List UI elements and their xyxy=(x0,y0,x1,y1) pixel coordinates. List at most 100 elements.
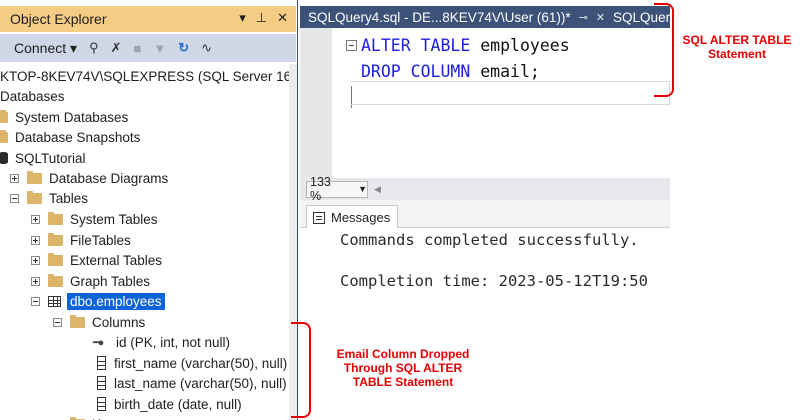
refresh-icon[interactable]: ↻ xyxy=(178,40,189,56)
connect-plug-icon[interactable]: ⚲ xyxy=(89,40,99,56)
tree-item-system-tables[interactable]: System Tables xyxy=(31,209,158,229)
object-explorer-toolbar: Connect ▾ ⚲ ✗ ■ ▼ ↻ ∿ xyxy=(0,34,296,62)
tree-item-server[interactable]: KTOP-8KEV74V\SQLEXPRESS (SQL Server 16.0… xyxy=(0,66,298,86)
pin-icon[interactable]: ⊸ xyxy=(579,11,588,24)
stop-icon[interactable]: ■ xyxy=(134,41,142,56)
tree-item-keys[interactable]: K xyxy=(53,414,101,420)
database-diagrams-label: Database Diagrams xyxy=(49,170,169,186)
tree-item-external-tables[interactable]: External Tables xyxy=(31,250,162,270)
databases-label: Databases xyxy=(0,88,65,104)
expand-icon[interactable] xyxy=(10,173,19,183)
columns-label: Columns xyxy=(92,314,146,330)
code-line-2: DROP COLUMN email; xyxy=(361,59,540,83)
zoom-dropdown[interactable]: 133 % ▼ xyxy=(306,175,368,203)
tree-item-filetables[interactable]: FileTables xyxy=(31,230,131,250)
external-tables-label: External Tables xyxy=(70,252,163,268)
folder-icon xyxy=(48,232,63,246)
annotation-line: Statement xyxy=(707,47,766,61)
scroll-left-icon[interactable]: ◀ xyxy=(374,184,381,195)
editor-gutter xyxy=(300,28,332,178)
folder-icon xyxy=(48,211,63,225)
tree-item-databases[interactable]: Databases xyxy=(0,86,65,106)
current-line-highlight xyxy=(350,81,670,105)
tree-item-graph-tables[interactable]: Graph Tables xyxy=(31,271,150,291)
selected-table-label: dbo.employees xyxy=(67,292,165,310)
connect-button[interactable]: Connect ▾ xyxy=(14,40,77,57)
annotation-line: SQL ALTER TABLE xyxy=(682,33,792,47)
collapse-icon[interactable] xyxy=(31,296,40,306)
graph-tables-label: Graph Tables xyxy=(70,273,151,289)
column-icon xyxy=(97,397,106,411)
tab-sqlquery4[interactable]: SQLQuery4.sql - DE...8KEV74V\User (61))*… xyxy=(300,10,605,25)
tree-item-columns[interactable]: Columns xyxy=(53,312,145,332)
messages-icon xyxy=(313,211,325,224)
folder-icon xyxy=(27,170,42,184)
column-label: first_name (varchar(50), null) xyxy=(114,355,288,371)
annotation-bottom: Email Column Dropped Through SQL ALTER T… xyxy=(318,347,488,389)
chevron-down-icon: ▼ xyxy=(358,184,367,194)
panel-options-icon[interactable]: ▾ xyxy=(239,10,246,26)
pin-icon[interactable]: ⊥ xyxy=(256,10,267,26)
collapse-region-icon[interactable] xyxy=(346,39,357,51)
tree-item-tables[interactable]: Tables xyxy=(10,188,88,208)
results-tab-bar: Messages xyxy=(300,200,670,229)
column-item[interactable]: last_name (varchar(50), null) xyxy=(97,373,287,393)
server-label: KTOP-8KEV74V\SQLEXPRESS (SQL Server 16.0… xyxy=(0,68,298,84)
annotation-bracket-bottom xyxy=(291,322,311,418)
message-line: Commands completed successfully. xyxy=(340,231,639,249)
messages-pane: Commands completed successfully. Complet… xyxy=(300,228,670,420)
activity-monitor-icon[interactable]: ∿ xyxy=(201,40,212,56)
column-label: last_name (varchar(50), null) xyxy=(114,375,287,391)
close-tab-icon[interactable]: ✕ xyxy=(596,11,605,24)
expand-icon[interactable] xyxy=(31,235,40,245)
panel-controls: ▾ ⊥ ✕ xyxy=(239,10,288,26)
tree-item-database-diagrams[interactable]: Database Diagrams xyxy=(10,168,168,188)
column-icon xyxy=(97,376,106,390)
system-tables-label: System Tables xyxy=(70,211,158,227)
folder-icon xyxy=(27,190,42,204)
annotation-line: Email Column Dropped xyxy=(336,347,470,361)
database-snapshots-label: Database Snapshots xyxy=(15,129,141,145)
zoom-value: 133 % xyxy=(310,175,331,203)
column-label: id (PK, int, not null) xyxy=(116,334,231,350)
tree-item-sqltutorial[interactable]: SQLTutorial xyxy=(0,148,86,168)
annotation-top: SQL ALTER TABLE Statement xyxy=(674,33,800,61)
messages-tab-label: Messages xyxy=(331,210,391,225)
collapse-icon[interactable] xyxy=(53,317,62,327)
annotation-line: TABLE Statement xyxy=(352,375,454,389)
tables-label: Tables xyxy=(49,190,89,206)
folder-icon xyxy=(48,252,63,266)
filetables-label: FileTables xyxy=(70,232,131,248)
object-explorer-panel: Object Explorer ▾ ⊥ ✕ Connect ▾ ⚲ ✗ ■ ▼ … xyxy=(0,0,298,420)
folder-icon xyxy=(70,314,85,328)
code-line-1: ALTER TABLE employees xyxy=(332,33,570,57)
column-label: birth_date (date, null) xyxy=(114,396,242,412)
sql-keyword: ALTER TABLE xyxy=(361,35,471,55)
collapse-icon[interactable] xyxy=(10,193,19,203)
system-databases-label: System Databases xyxy=(15,109,129,125)
folder-icon xyxy=(0,109,8,123)
tree-item-system-databases[interactable]: System Databases xyxy=(0,107,128,127)
tree-item-dbo-employees[interactable]: dbo.employees xyxy=(31,291,165,311)
expand-icon[interactable] xyxy=(31,214,40,224)
filter-icon[interactable]: ▼ xyxy=(153,41,166,56)
keys-label: K xyxy=(92,417,101,420)
sql-editor[interactable]: ALTER TABLE employees DROP COLUMN email; xyxy=(332,28,670,178)
column-item[interactable]: ━● id (PK, int, not null) xyxy=(93,332,230,352)
sql-keyword: DROP COLUMN xyxy=(361,61,471,81)
column-item[interactable]: birth_date (date, null) xyxy=(97,394,242,414)
database-icon xyxy=(0,152,8,164)
expand-icon[interactable] xyxy=(31,276,40,286)
expand-icon[interactable] xyxy=(31,255,40,265)
close-icon[interactable]: ✕ xyxy=(277,10,288,26)
object-explorer-titlebar: Object Explorer ▾ ⊥ ✕ xyxy=(0,6,296,32)
annotation-bracket-top xyxy=(654,3,674,97)
tab-messages[interactable]: Messages xyxy=(306,205,398,229)
key-icon: ━● xyxy=(93,336,104,349)
column-item[interactable]: first_name (varchar(50), null) xyxy=(97,353,287,373)
disconnect-icon[interactable]: ✗ xyxy=(111,40,122,56)
tree-item-database-snapshots[interactable]: Database Snapshots xyxy=(0,127,140,147)
sql-identifier: employees xyxy=(480,35,570,55)
database-label: SQLTutorial xyxy=(15,150,86,166)
annotation-line: Through SQL ALTER xyxy=(343,361,463,375)
